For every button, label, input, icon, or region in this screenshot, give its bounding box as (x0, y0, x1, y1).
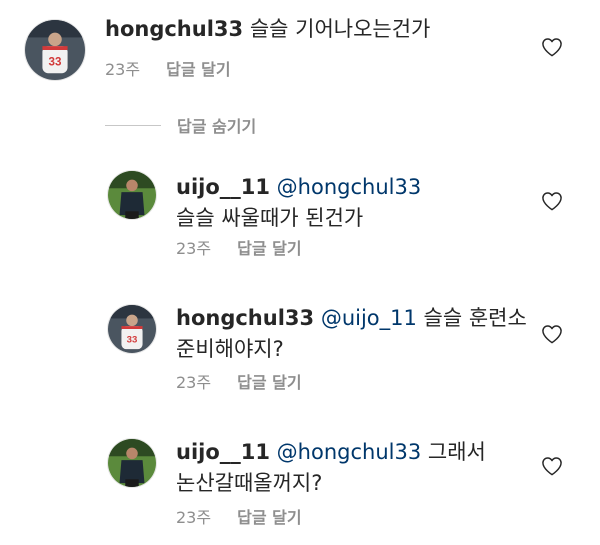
comment-meta: 23주 답글 달기 (176, 504, 302, 528)
comment-text: uijo__11 @hongchul33 슬슬 싸울때가 된건가 (176, 172, 466, 234)
reply-button[interactable]: 답글 달기 (237, 369, 301, 393)
comment-meta: 23주 답글 달기 (105, 56, 231, 80)
heart-outline-icon (542, 38, 562, 57)
hide-replies-label[interactable]: 답글 숨기기 (177, 113, 256, 137)
comment-time[interactable]: 23주 (176, 235, 211, 259)
heart-outline-icon (542, 457, 562, 476)
avatar[interactable] (107, 438, 157, 488)
comment-username[interactable]: uijo__11 (176, 175, 270, 199)
avatar[interactable]: 33 (24, 19, 86, 81)
comment-time[interactable]: 23주 (176, 504, 211, 528)
comment-text: hongchul33 @uijo_11 슬슬 훈련소 준비해야지? (176, 303, 531, 365)
heart-outline-icon (542, 325, 562, 344)
comment: 33 hongchul33 슬슬 기어나오는건가 23주 답글 달기 (0, 0, 600, 110)
comment-text: uijo__11 @hongchul33 그래서 논산갈때올꺼지? (176, 437, 486, 499)
comment-meta: 23주 답글 달기 (176, 369, 302, 393)
comment-text: hongchul33 슬슬 기어나오는건가 (105, 14, 545, 45)
comment-body: 슬슬 싸울때가 된건가 (176, 206, 364, 230)
comment-username[interactable]: hongchul33 (105, 17, 243, 41)
reply-button[interactable]: 답글 달기 (166, 56, 230, 80)
svg-text:33: 33 (127, 334, 138, 345)
hide-replies-toggle[interactable]: 답글 숨기기 (105, 113, 256, 137)
mention-link[interactable]: @uijo_11 (314, 306, 417, 330)
avatar[interactable] (107, 170, 157, 220)
comment-meta: 23주 답글 달기 (176, 235, 302, 259)
svg-text:33: 33 (49, 55, 62, 68)
like-button[interactable] (541, 324, 563, 344)
reply-button[interactable]: 답글 달기 (237, 504, 301, 528)
comment-time[interactable]: 23주 (176, 369, 211, 393)
heart-outline-icon (542, 192, 562, 211)
avatar[interactable]: 33 (107, 304, 157, 354)
avatar-icon: 33 (25, 20, 85, 80)
reply-button[interactable]: 답글 달기 (237, 235, 301, 259)
avatar-icon (108, 439, 156, 487)
like-button[interactable] (541, 456, 563, 476)
like-button[interactable] (541, 191, 563, 211)
comment-username[interactable]: hongchul33 (176, 306, 314, 330)
avatar-icon: 33 (108, 305, 156, 353)
reply-comment: uijo__11 @hongchul33 슬슬 싸울때가 된건가 23주 답글 … (0, 160, 600, 280)
avatar-icon (108, 171, 156, 219)
reply-comment: uijo__11 @hongchul33 그래서 논산갈때올꺼지? 23주 답글… (0, 428, 600, 545)
comment-time[interactable]: 23주 (105, 56, 140, 80)
divider (105, 124, 161, 126)
reply-comment: 33 hongchul33 @uijo_11 슬슬 훈련소 준비해야지? 23주… (0, 294, 600, 414)
mention-link[interactable]: @hongchul33 (270, 175, 422, 199)
comment-username[interactable]: uijo__11 (176, 440, 270, 464)
like-button[interactable] (541, 37, 563, 57)
comment-body: 슬슬 기어나오는건가 (243, 17, 431, 41)
mention-link[interactable]: @hongchul33 (270, 440, 422, 464)
